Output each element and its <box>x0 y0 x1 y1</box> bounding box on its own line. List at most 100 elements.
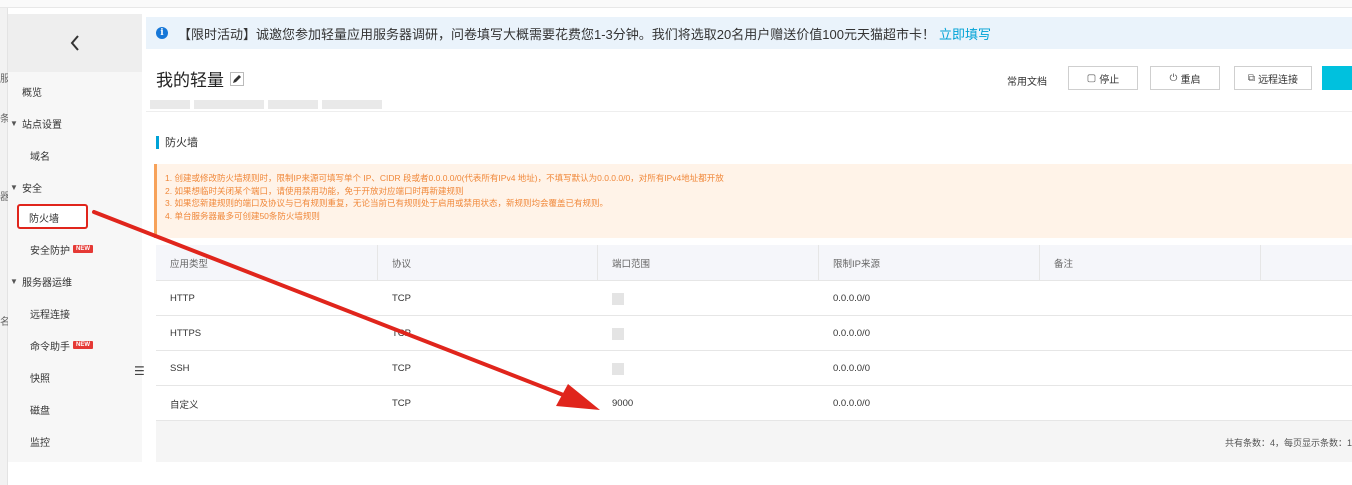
sidebar-item-security-protection[interactable]: 安全防护 NEW <box>8 236 142 262</box>
warning-line: 3. 如果您新建规则的端口及协议与已有规则重复，无论当前已有规则处于启用或禁用状… <box>165 198 608 208</box>
table-header: 应用类型 协议 端口范围 限制IP来源 备注 <box>156 245 1352 281</box>
sidebar-item-disk[interactable]: 磁盘 <box>8 396 142 422</box>
table-row: 自定义 TCP 9000 0.0.0.0/0 <box>156 386 1352 421</box>
restart-label: 重启 <box>1180 74 1201 86</box>
firewall-rules-table: 应用类型 协议 端口范围 限制IP来源 备注 HTTP TCP 0.0.0.0/… <box>156 245 1352 421</box>
caret-down-icon: ▼ <box>10 182 18 192</box>
docs-link[interactable]: 常用文档 <box>1007 73 1047 88</box>
cell-ip-source: 0.0.0.0/0 <box>833 363 870 374</box>
stop-button[interactable]: ▢ 停止 <box>1068 66 1138 90</box>
cell-app-type: HTTPS <box>170 328 202 339</box>
table-row: SSH TCP 0.0.0.0/0 <box>156 351 1352 386</box>
remote-connect-button[interactable]: ⧉ 远程连接 <box>1234 66 1312 90</box>
cell-port <box>598 351 819 386</box>
redacted-instance-info <box>150 100 382 109</box>
restart-button[interactable]: ⏻ 重启 <box>1150 66 1220 90</box>
redacted-block <box>150 100 190 109</box>
cell-port <box>598 281 819 316</box>
redacted-port <box>612 362 624 375</box>
cell-protocol: TCP <box>392 293 411 304</box>
power-icon: ⏻ <box>1169 72 1178 84</box>
cell-ip-source: 0.0.0.0/0 <box>833 293 870 304</box>
redacted-block <box>194 100 264 109</box>
table-row: HTTPS TCP 0.0.0.0/0 <box>156 316 1352 351</box>
cell-actions <box>1261 281 1352 316</box>
cell-protocol: TCP <box>392 363 411 374</box>
cell-ip-source: 0.0.0.0/0 <box>833 398 870 409</box>
column-header-note: 备注 <box>1040 245 1261 281</box>
caret-down-icon: ▼ <box>10 118 18 128</box>
sidebar-item-label: 磁盘 <box>30 405 50 417</box>
cell-app-type: HTTP <box>170 293 195 304</box>
sidebar-item-label: 防火墙 <box>29 213 59 225</box>
sidebar-item-command-assistant[interactable]: 命令助手 NEW <box>8 332 142 358</box>
stop-label: 停止 <box>1099 74 1120 86</box>
sidebar-item-overview[interactable]: 概览 <box>8 78 142 104</box>
notice-text: 【限时活动】诚邀您参加轻量应用服务器调研，问卷填写大概需要花费您1-3分钟。我们… <box>178 26 935 42</box>
terminal-icon: ⧉ <box>1247 72 1256 84</box>
sidebar-item-label: 快照 <box>30 373 50 385</box>
edit-icon[interactable] <box>230 71 244 86</box>
new-badge: NEW <box>73 245 93 253</box>
stop-icon: ▢ <box>1086 72 1097 84</box>
cell-ip-source: 0.0.0.0/0 <box>833 328 870 339</box>
outer-nav-glyph[interactable]: 名 <box>0 313 8 328</box>
cell-note <box>1040 281 1261 316</box>
sidebar-item-firewall[interactable]: 防火墙 <box>8 204 142 230</box>
cell-note <box>1040 386 1261 421</box>
warning-line: 1. 创建或修改防火墙规则时，限制IP来源可填写单个 IP、CIDR 段或者0.… <box>165 173 724 183</box>
new-badge: NEW <box>73 341 93 349</box>
app-window: 服 条 器 名 概览 ▼ 站点设置 域名 ▼ 安全 防火墙 安全防护 NEW ▼… <box>0 0 1352 485</box>
redacted-block <box>322 100 382 109</box>
outer-nav-glyph[interactable]: 条 <box>0 110 8 125</box>
cell-note <box>1040 351 1261 386</box>
redacted-port <box>612 327 624 340</box>
pagination-summary: 共有条数：4，每页显示条数：1 <box>1224 438 1352 448</box>
column-header-app-type: 应用类型 <box>156 245 378 281</box>
outer-nav-glyph[interactable]: 器 <box>0 188 8 203</box>
sidebar-item-monitor[interactable]: 监控 <box>8 428 142 454</box>
firewall-warning: 1. 创建或修改防火墙规则时，限制IP来源可填写单个 IP、CIDR 段或者0.… <box>154 164 1352 238</box>
cell-app-type: SSH <box>170 363 190 374</box>
sidebar-item-label: 域名 <box>30 151 50 163</box>
warning-line: 2. 如果想临时关闭某个端口，请使用禁用功能，免于开放对应端口时再新建规则 <box>165 185 464 196</box>
sidebar-group-security[interactable]: ▼ 安全 <box>8 174 142 200</box>
collapse-sidebar-button[interactable] <box>8 14 142 72</box>
sidebar: 概览 ▼ 站点设置 域名 ▼ 安全 防火墙 安全防护 NEW ▼ 服务器运维 远… <box>8 14 142 462</box>
sidebar-item-label: 概览 <box>22 87 42 99</box>
redacted-port <box>612 292 624 305</box>
column-header-ip-source: 限制IP来源 <box>819 245 1040 281</box>
sidebar-item-label: 命令助手 <box>30 341 70 353</box>
sidebar-item-remote-connect[interactable]: 远程连接 <box>8 300 142 326</box>
cell-port: 9000 <box>612 398 634 409</box>
cell-actions <box>1261 351 1352 386</box>
notice-banner: i 【限时活动】诚邀您参加轻量应用服务器调研，问卷填写大概需要花费您1-3分钟。… <box>146 17 1352 49</box>
cell-actions <box>1261 386 1352 421</box>
cell-note <box>1040 316 1261 351</box>
chevron-left-icon <box>70 35 79 51</box>
sidebar-item-domain[interactable]: 域名 <box>8 142 142 168</box>
section-accent-bar <box>156 135 159 149</box>
column-header-actions <box>1261 245 1352 281</box>
table-footer: 共有条数：4，每页显示条数：1 <box>156 421 1352 462</box>
sidebar-group-server-ops[interactable]: ▼ 服务器运维 <box>8 268 142 294</box>
notice-fill-link[interactable]: 立即填写 <box>939 24 991 43</box>
sidebar-item-label: 站点设置 <box>22 119 62 131</box>
sidebar-item-snapshot[interactable]: 快照 <box>8 364 142 390</box>
section-title: 防火墙 <box>156 134 198 150</box>
outer-nav-glyph[interactable]: 服 <box>0 70 8 85</box>
sidebar-group-site-settings[interactable]: ▼ 站点设置 <box>8 110 142 136</box>
pencil-icon <box>233 74 241 83</box>
sidebar-item-label: 远程连接 <box>30 309 70 321</box>
sidebar-item-label: 服务器运维 <box>22 277 72 289</box>
sidebar-item-label: 安全防护 <box>30 245 70 257</box>
header-divider <box>146 111 1352 112</box>
primary-action-button[interactable] <box>1322 66 1352 90</box>
outer-nav-edge: 服 条 器 名 <box>0 8 8 485</box>
column-header-protocol: 协议 <box>378 245 598 281</box>
warning-line: 4. 单台服务器最多可创建50条防火墙规则 <box>165 210 320 221</box>
sidebar-item-label: 监控 <box>30 437 50 449</box>
info-icon: i <box>156 27 168 39</box>
page-title-text: 我的轻量 <box>156 71 224 90</box>
menu-handle-icon[interactable]: ☰ <box>134 364 145 378</box>
